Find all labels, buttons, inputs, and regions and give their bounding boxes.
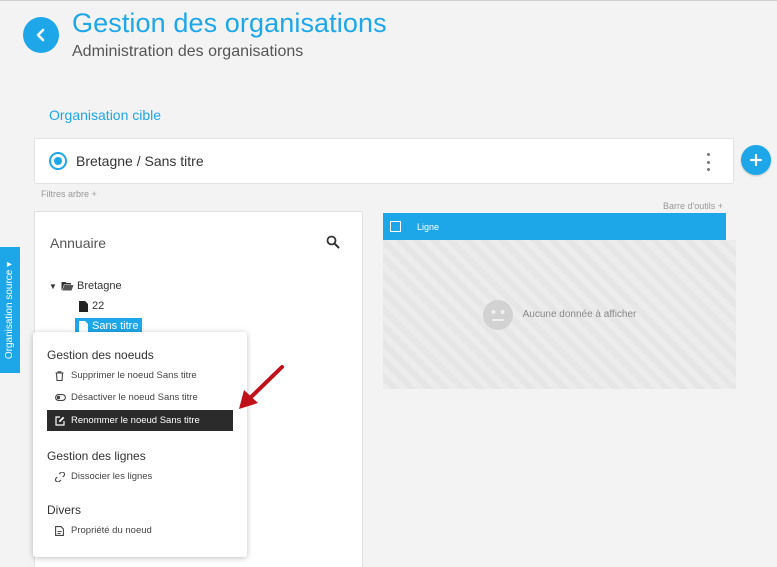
- grid-header: Ligne: [383, 213, 726, 240]
- menu-item-label: Dissocier les lignes: [71, 471, 153, 482]
- menu-item-label: Désactiver le noeud Sans titre: [71, 392, 198, 403]
- target-icon: [49, 152, 67, 170]
- menu-group-title: Gestion des noeuds: [47, 348, 154, 362]
- lines-grid: Ligne: [383, 213, 726, 240]
- page-subtitle: Administration des organisations: [72, 43, 304, 60]
- source-organisation-tab[interactable]: Organisation source ▾: [0, 247, 20, 373]
- disable-node-menu-item[interactable]: Désactiver le noeud Sans titre: [47, 387, 233, 408]
- grid-body: Aucune donnée à afficher: [383, 240, 736, 389]
- chevron-left-icon: [36, 28, 45, 42]
- document-icon: [79, 300, 88, 312]
- tree-node-bretagne[interactable]: ▼ Bretagne: [49, 276, 142, 296]
- menu-item-label: Supprimer le noeud Sans titre: [71, 370, 197, 381]
- tree-filters-link[interactable]: Filtres arbre +: [41, 189, 97, 199]
- tree-node-22[interactable]: 22: [49, 296, 142, 316]
- back-button[interactable]: [23, 17, 59, 53]
- rename-node-menu-item[interactable]: Renommer le noeud Sans titre: [47, 410, 233, 431]
- target-section-label: Organisation cible: [49, 107, 162, 123]
- tree-node-label: Bretagne: [77, 280, 122, 292]
- empty-message: Aucune donnée à afficher: [522, 309, 637, 320]
- unlink-icon: [55, 471, 65, 482]
- column-header-ligne[interactable]: Ligne: [417, 222, 439, 232]
- page-title: Gestion des organisations: [72, 8, 387, 38]
- caret-down-icon[interactable]: ▼: [49, 282, 61, 291]
- plus-icon: [749, 153, 763, 167]
- annotation-arrow: [239, 365, 284, 409]
- menu-group-title: Gestion des lignes: [47, 449, 146, 463]
- directory-title: Annuaire: [50, 235, 107, 251]
- target-org-bar[interactable]: Bretagne / Sans titre: [34, 138, 734, 184]
- add-organisation-button[interactable]: [741, 145, 771, 175]
- context-menu: Gestion des noeuds Supprimer le noeud Sa…: [33, 332, 247, 557]
- toolbar-link[interactable]: Barre d'outils +: [663, 201, 723, 211]
- trash-icon: [55, 370, 64, 381]
- toggle-icon: [55, 394, 66, 401]
- select-all-checkbox[interactable]: [390, 221, 401, 232]
- directory-tree: ▼ Bretagne 22 Sans titre: [49, 276, 143, 336]
- folder-open-icon: [61, 282, 74, 291]
- target-org-path: Bretagne / Sans titre: [76, 153, 204, 169]
- more-options-icon[interactable]: [703, 153, 713, 171]
- document-icon: [79, 320, 88, 332]
- edit-icon: [55, 415, 65, 426]
- dissociate-lines-menu-item[interactable]: Dissocier les lignes: [47, 466, 233, 487]
- top-border: [0, 0, 777, 1]
- node-properties-menu-item[interactable]: Propriété du noeud: [47, 520, 233, 541]
- menu-item-label: Renommer le noeud Sans titre: [71, 415, 200, 426]
- side-tab-label: Organisation source ▾: [4, 261, 16, 359]
- search-icon[interactable]: [326, 235, 340, 254]
- empty-state: Aucune donnée à afficher: [482, 299, 637, 330]
- tree-node-label: 22: [92, 300, 105, 312]
- delete-node-menu-item[interactable]: Supprimer le noeud Sans titre: [47, 365, 233, 386]
- menu-group-title: Divers: [47, 503, 82, 517]
- neutral-face-icon: [482, 299, 513, 330]
- menu-item-label: Propriété du noeud: [71, 525, 152, 536]
- tree-node-label: Sans titre: [92, 320, 139, 332]
- properties-icon: [55, 525, 64, 536]
